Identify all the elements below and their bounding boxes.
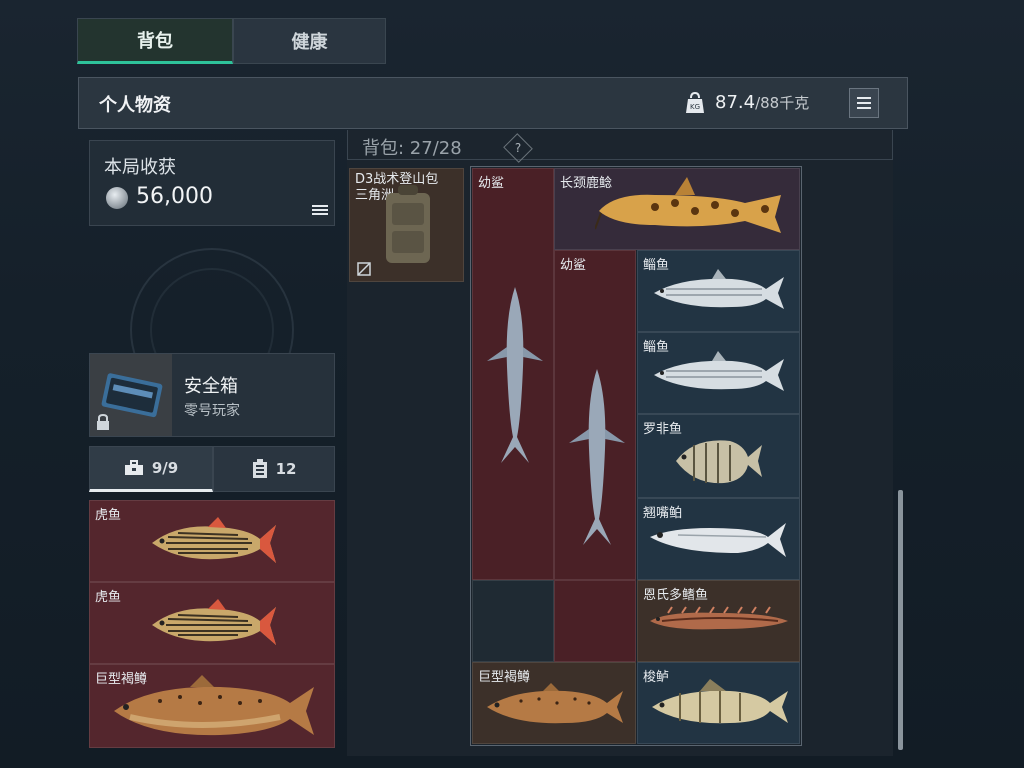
mullet-icon bbox=[654, 269, 784, 309]
bichir-icon bbox=[650, 606, 788, 630]
tab-container[interactable]: 12 bbox=[213, 446, 335, 492]
tiger-fish-icon bbox=[152, 599, 276, 645]
grid-item-tilapia[interactable]: 罗非鱼 bbox=[637, 414, 800, 498]
safe-box[interactable]: 安全箱 零号玩家 bbox=[89, 353, 335, 437]
item-name: 幼鲨 bbox=[478, 176, 505, 191]
safe-box-image bbox=[90, 354, 172, 436]
mullet-icon bbox=[654, 351, 784, 391]
backpack-capacity-label: 背包: 27/28 bbox=[362, 138, 462, 159]
giraffe-catfish-icon bbox=[595, 177, 781, 233]
personal-supplies-header: 个人物资 KG 87.4/88千克 bbox=[78, 77, 908, 129]
tilapia-icon bbox=[676, 440, 762, 484]
shark-icon bbox=[487, 287, 543, 463]
grid-item-zander[interactable]: 梭鲈 bbox=[637, 662, 800, 744]
list-item[interactable]: 巨型褐鳟 bbox=[89, 664, 335, 748]
grid-item-topmouth-culter[interactable]: 翘嘴鲌 bbox=[637, 498, 800, 580]
svg-text:KG: KG bbox=[690, 103, 700, 111]
safe-box-title: 安全箱 bbox=[184, 376, 238, 397]
weight-readout: 87.4/88千克 bbox=[715, 92, 809, 113]
item-name: 幼鲨 bbox=[560, 258, 587, 273]
brown-trout-icon bbox=[114, 675, 314, 736]
grid-item-shark-2[interactable]: 幼鲨 bbox=[554, 250, 636, 580]
tiger-fish-icon bbox=[152, 517, 276, 563]
tab-toolbox[interactable]: 9/9 bbox=[89, 446, 213, 492]
weight-max: /88千克 bbox=[755, 94, 810, 112]
brown-trout-icon bbox=[487, 683, 623, 724]
kg-weight-icon: KG bbox=[686, 92, 704, 113]
container-icon bbox=[252, 459, 267, 478]
item-name: 虎鱼 bbox=[95, 508, 122, 523]
round-earnings-card: 本局收获 56,000 bbox=[89, 140, 335, 226]
grid-item-shark-1[interactable]: 幼鲨 bbox=[472, 168, 554, 580]
grid-item-giraffe-catfish[interactable]: 长颈鹿鲶 bbox=[554, 168, 800, 250]
toolbox-icon bbox=[124, 460, 143, 475]
list-item[interactable]: 虎鱼 bbox=[89, 500, 335, 582]
weight-current: 87.4 bbox=[715, 92, 756, 113]
empty-slot[interactable] bbox=[472, 580, 554, 662]
backpack-icon bbox=[386, 185, 430, 263]
lock-icon bbox=[97, 414, 109, 430]
no-bind-icon bbox=[357, 262, 371, 276]
list-item[interactable]: 虎鱼 bbox=[89, 582, 335, 664]
section-title: 个人物资 bbox=[99, 95, 171, 116]
grid-item-mullet[interactable]: 鲻鱼 bbox=[637, 250, 800, 332]
list-view-button[interactable] bbox=[849, 88, 879, 118]
culter-icon bbox=[650, 523, 786, 557]
grid-item-ornate-bichir[interactable]: 恩氏多鳍鱼 bbox=[637, 580, 800, 662]
tab-backpack[interactable]: 背包 bbox=[77, 18, 233, 64]
safe-box-owner: 零号玩家 bbox=[184, 403, 240, 419]
zander-icon bbox=[652, 679, 788, 724]
item-name: 恩氏多鳍鱼 bbox=[643, 588, 709, 603]
occupied-slot[interactable] bbox=[554, 580, 636, 662]
earnings-value: 56,000 bbox=[136, 184, 213, 209]
grid-item-brown-trout[interactable]: 巨型褐鳟 bbox=[472, 662, 636, 744]
item-name: 虎鱼 bbox=[95, 590, 122, 605]
earnings-list-icon[interactable] bbox=[312, 205, 328, 215]
shark-icon bbox=[569, 369, 625, 545]
tab-health[interactable]: 健康 bbox=[233, 18, 386, 64]
coin-icon bbox=[106, 187, 128, 209]
scrollbar[interactable] bbox=[898, 490, 903, 750]
grid-item-mullet[interactable]: 鲻鱼 bbox=[637, 332, 800, 414]
earnings-title: 本局收获 bbox=[104, 157, 176, 178]
backpack-item[interactable]: D3战术登山包 三角洲 bbox=[349, 168, 464, 282]
